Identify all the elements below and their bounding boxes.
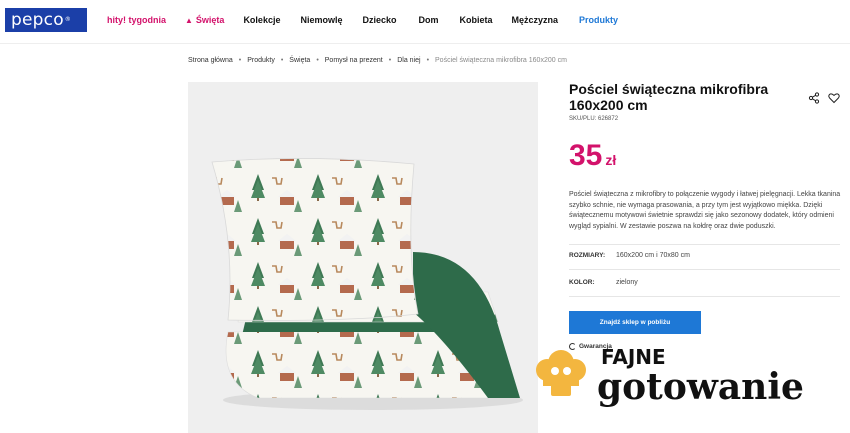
heart-icon[interactable] bbox=[828, 92, 840, 104]
product-title: Pościel świąteczna mikrofibra 160x200 cm bbox=[569, 81, 769, 113]
spec-label-sizes: ROZMIARY: bbox=[569, 252, 606, 259]
divider bbox=[569, 244, 840, 245]
nav-item-swieta[interactable]: ▲ Święta bbox=[185, 15, 224, 25]
share-icon[interactable] bbox=[808, 92, 820, 104]
breadcrumb-current: Pościel świąteczna mikrofibra 160x200 cm bbox=[435, 57, 567, 64]
nav-item-niemowle[interactable]: Niemowlę bbox=[300, 15, 342, 25]
main-nav: hity! tygodnia ▲ Święta Kolekcje Niemowlę… bbox=[107, 15, 618, 25]
spec-value-sizes: 160x200 cm i 70x80 cm bbox=[616, 252, 690, 259]
fajne-gotowanie-watermark: FAJNE gotowanie bbox=[536, 345, 804, 408]
breadcrumb-home[interactable]: Strona główna bbox=[188, 57, 233, 64]
nav-item-kobieta[interactable]: Kobieta bbox=[460, 15, 493, 25]
nav-item-dziecko[interactable]: Dziecko bbox=[362, 15, 396, 25]
watermark-line2: gotowanie bbox=[597, 366, 804, 408]
product-sku: SKU/PLU: 626872 bbox=[569, 116, 619, 122]
nav-item-kolekcje[interactable]: Kolekcje bbox=[243, 15, 280, 25]
breadcrumb-swieta[interactable]: Święta bbox=[289, 57, 310, 64]
nav-item-dom[interactable]: Dom bbox=[419, 15, 439, 25]
product-price: 35 zł bbox=[569, 139, 617, 172]
spec-value-color: zielony bbox=[616, 279, 638, 286]
product-description: Pościel świąteczna z mikrofibry to połąc… bbox=[569, 191, 841, 230]
nav-item-hity-tygodnia[interactable]: hity! tygodnia bbox=[107, 15, 166, 25]
pepco-logo[interactable]: pepco® bbox=[5, 8, 87, 32]
find-store-button[interactable]: Znajdź sklep w pobliżu bbox=[569, 311, 701, 334]
breadcrumb-pomysl-na-prezent[interactable]: Pomysł na prezent bbox=[325, 57, 383, 64]
nav-item-mezczyzna[interactable]: Mężczyzna bbox=[512, 15, 559, 25]
product-image[interactable] bbox=[188, 82, 538, 433]
divider bbox=[569, 269, 840, 270]
tree-icon: ▲ bbox=[185, 16, 193, 25]
site-header: pepco® hity! tygodnia ▲ Święta Kolekcje N… bbox=[0, 0, 850, 44]
breadcrumb-produkty[interactable]: Produkty bbox=[247, 57, 275, 64]
divider bbox=[569, 296, 840, 297]
spec-label-color: KOLOR: bbox=[569, 279, 595, 286]
bedding-illustration bbox=[211, 158, 523, 410]
chef-hat-icon bbox=[536, 350, 586, 396]
nav-item-produkty[interactable]: Produkty bbox=[579, 15, 618, 25]
breadcrumb-dla-niej[interactable]: Dla niej bbox=[397, 57, 420, 64]
breadcrumb: Strona główna • Produkty • Święta • Pomysł … bbox=[188, 57, 567, 64]
